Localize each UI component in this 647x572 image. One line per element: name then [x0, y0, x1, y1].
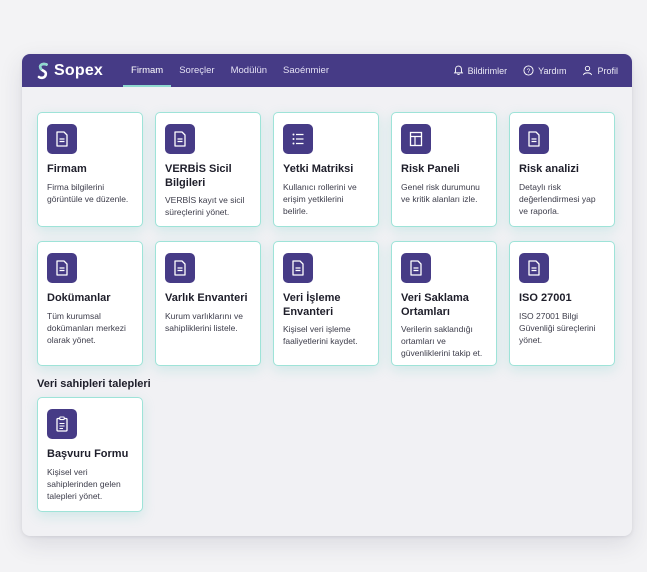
card-description: Firma bilgilerini görüntüle ve düzenle. — [47, 181, 129, 204]
nav-link-firmam[interactable]: Firmam — [123, 54, 172, 87]
nav-links: Firmam Soreçler Modülün Saoénmier — [123, 54, 337, 87]
card-icon-badge — [283, 124, 313, 154]
nav-right: Bildirimler ? Yardım Profil — [437, 65, 618, 76]
card-title: Risk analizi — [519, 163, 579, 175]
bell-icon — [453, 65, 463, 75]
svg-text:?: ? — [527, 68, 531, 75]
card-icon-badge — [519, 253, 549, 283]
card-description: Detaylı risk değerlendirmesi yap ve rapo… — [519, 181, 596, 216]
nav-link-surecler[interactable]: Soreçler — [171, 54, 222, 87]
card-description: Kişisel veri işleme faaliyetlerini kayde… — [283, 324, 358, 346]
profile-label: Profil — [597, 65, 618, 76]
card-risk-analizi[interactable]: Risk analizi Detaylı risk değerlendirmes… — [509, 112, 615, 227]
card-icon-badge — [401, 253, 431, 283]
profile-button[interactable]: Profil — [582, 65, 618, 76]
card-veri-isleme-envanteri[interactable]: Veri İşleme Envanteri Kişisel veri işlem… — [273, 241, 379, 366]
panel-icon — [409, 131, 423, 147]
document-icon — [292, 260, 304, 276]
notifications-label: Bildirimler — [467, 65, 508, 76]
card-iso-27001[interactable]: ISO 27001 ISO 27001 Bilgi Güvenliği süre… — [509, 241, 615, 366]
document-icon — [528, 131, 540, 147]
card-varlik-envanteri[interactable]: Varlık Envanteri Kurum varlıklarını ve s… — [155, 241, 261, 366]
card-description: Kurum varlıklarını ve sahipliklerini lis… — [165, 310, 243, 333]
list-icon — [292, 133, 304, 145]
card-title: Veri Saklama Ortamları — [401, 292, 469, 318]
document-icon — [174, 131, 186, 147]
card-title: Varlık Envanteri — [165, 292, 248, 304]
card-title: Veri İşleme Envanteri — [283, 292, 341, 318]
document-icon — [410, 260, 422, 276]
card-icon-badge — [283, 253, 313, 283]
card-dokumanlar[interactable]: Dokümanlar Tüm kurumsal dokümanları merk… — [37, 241, 143, 366]
card-title: ISO 27001 — [519, 292, 572, 304]
card-icon-badge — [165, 253, 195, 283]
card-description: Kişisel veri sahiplerinden gelen taleple… — [47, 466, 121, 501]
card-description: Verilerin saklandığı ortamları ve güvenl… — [401, 324, 483, 358]
app-window: Sopex Firmam Soreçler Modülün Saoénmier … — [22, 54, 632, 536]
card-description: Tüm kurumsal dokümanları merkezi olarak … — [47, 310, 126, 345]
card-yetki-matriksi[interactable]: Yetki Matriksi Kullanıcı rollerini ve er… — [273, 112, 379, 227]
card-title: Risk Paneli — [401, 163, 460, 175]
card-description: ISO 27001 Bilgi Güvenliği süreçlerini yö… — [519, 310, 596, 345]
card-icon-badge — [165, 124, 195, 154]
document-icon — [56, 131, 68, 147]
card-firmam[interactable]: Firmam Firma bilgilerini görüntüle ve dü… — [37, 112, 143, 227]
brand-name: Sopex — [54, 61, 104, 79]
card-description: VERBİS kayıt ve sicil süreçlerini yönet. — [165, 195, 245, 217]
document-icon — [174, 260, 186, 276]
top-navbar: Sopex Firmam Soreçler Modülün Saoénmier … — [22, 54, 632, 87]
card-title: Firmam — [47, 163, 87, 175]
user-icon — [583, 65, 593, 76]
card-title: Dokümanlar — [47, 292, 111, 304]
sopex-logo-icon — [37, 62, 48, 79]
card-title: VERBİS Sicil Bilgileri — [165, 163, 232, 189]
card-basvuru-formu[interactable]: Başvuru Formu Kişisel veri sahiplerinden… — [37, 397, 143, 512]
help-button[interactable]: ? Yardım — [523, 65, 566, 76]
card-veri-saklama-ortamlari[interactable]: Veri Saklama Ortamları Verilerin sakland… — [391, 241, 497, 366]
document-icon — [528, 260, 540, 276]
card-icon-badge — [47, 409, 77, 439]
card-icon-badge — [47, 253, 77, 283]
nav-link-settings[interactable]: Saoénmier — [275, 54, 337, 87]
brand-logo[interactable]: Sopex — [36, 62, 103, 80]
card-icon-badge — [519, 124, 549, 154]
notifications-button[interactable]: Bildirimler — [453, 65, 508, 76]
card-verbis[interactable]: VERBİS Sicil Bilgileri VERBİS kayıt ve s… — [155, 112, 261, 227]
card-description: Genel risk durumunu ve kritik alanları i… — [401, 181, 480, 204]
section-title: Veri sahipleri talepleri — [37, 378, 151, 390]
card-risk-paneli[interactable]: Risk Paneli Genel risk durumunu ve kriti… — [391, 112, 497, 227]
help-label: Yardım — [538, 65, 567, 76]
card-icon-badge — [401, 124, 431, 154]
card-title: Yetki Matriksi — [283, 163, 354, 175]
card-description: Kullanıcı rollerini ve erişim yetkilerin… — [283, 181, 357, 216]
document-icon — [56, 260, 68, 276]
card-icon-badge — [47, 124, 77, 154]
help-icon: ? — [523, 65, 534, 76]
card-title: Başvuru Formu — [47, 448, 129, 460]
nav-link-moduller[interactable]: Modülün — [223, 54, 275, 87]
clipboard-icon — [56, 416, 68, 432]
